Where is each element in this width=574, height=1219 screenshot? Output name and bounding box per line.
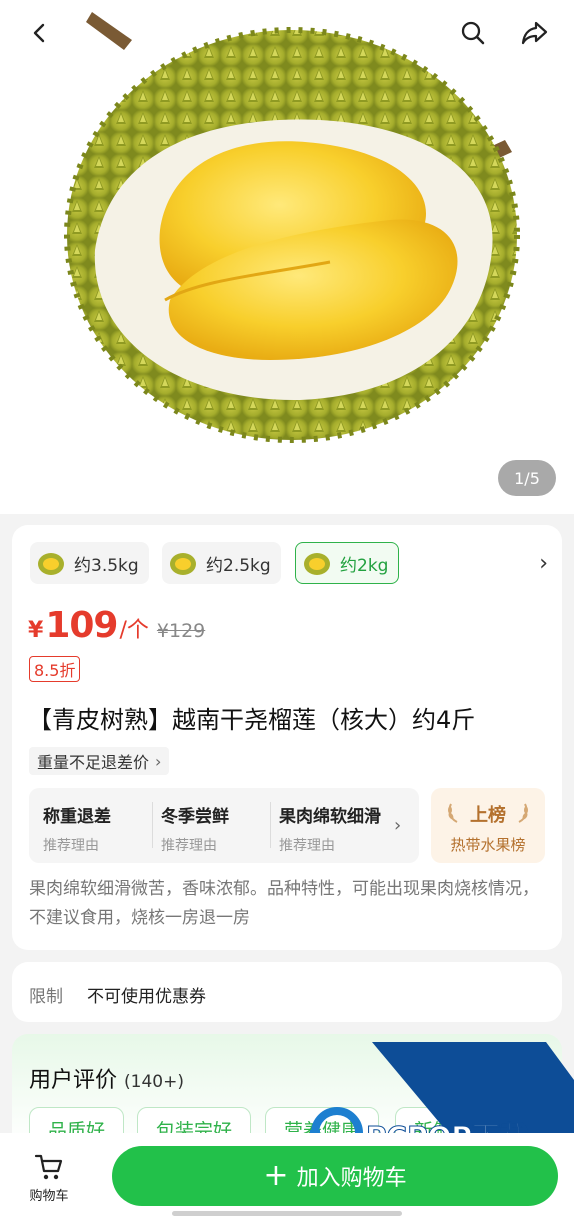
product-info-card: 约3.5kg 约2.5kg 约2kg › ¥ 109 /个 ¥129 8.5折 … <box>12 525 562 950</box>
spec-label: 约2.5kg <box>206 555 271 576</box>
durian-thumbnail-icon <box>304 553 330 575</box>
durian-thumbnail-icon <box>170 553 196 575</box>
reviews-title[interactable]: 用户评价 (140+) <box>29 1062 184 1094</box>
chevron-right-icon: › <box>155 751 162 771</box>
image-counter: 1/5 <box>498 460 556 496</box>
cart-label: 购物车 <box>29 1189 69 1204</box>
product-description: 果肉绵软细滑微苦，香味浓郁。品种特性，可能出现果肉烧核情况，不建议食用，烧核一房… <box>29 879 539 928</box>
back-button[interactable] <box>17 10 63 56</box>
spec-selector: 约3.5kg 约2.5kg 约2kg › <box>30 542 550 584</box>
share-icon <box>521 21 548 45</box>
refund-tag-label: 重量不足退差价 <box>37 753 150 772</box>
reviews-count: (140+) <box>124 1072 184 1092</box>
spec-label: 约2kg <box>340 555 389 576</box>
spec-option-2-5kg[interactable]: 约2.5kg <box>162 542 281 584</box>
discount-badge: 8.5折 <box>29 656 81 682</box>
product-title: 【青皮树熟】越南干尧榴莲（核大）约4斤 <box>28 706 476 734</box>
chevron-right-icon[interactable]: › <box>394 815 401 836</box>
rank-badge[interactable]: 上榜 热带水果榜 <box>431 788 545 863</box>
restriction-value: 不可使用优惠券 <box>87 987 206 1007</box>
spec-option-3-5kg[interactable]: 约3.5kg <box>30 542 149 584</box>
bottom-action-bar: 购物车 + 加入购物车 <box>0 1133 574 1219</box>
price-unit: /个 <box>119 618 149 643</box>
durian-product-image <box>64 12 520 443</box>
reason-item: 称重退差 推荐理由 <box>43 807 111 854</box>
home-indicator <box>172 1211 402 1216</box>
chevron-left-icon <box>33 23 45 43</box>
cart-button[interactable]: 购物车 <box>18 1149 80 1209</box>
durian-thumbnail-icon <box>38 553 64 575</box>
share-button[interactable] <box>511 10 557 56</box>
plus-icon: + <box>263 1158 289 1193</box>
currency-symbol: ¥ <box>28 618 44 643</box>
reason-item: 冬季尝鲜 推荐理由 <box>161 807 229 854</box>
restriction-label: 限制 <box>29 987 63 1007</box>
price-row: ¥ 109 /个 ¥129 <box>28 605 205 649</box>
refund-tag[interactable]: 重量不足退差价 › <box>29 747 170 775</box>
add-to-cart-button[interactable]: + 加入购物车 <box>112 1146 558 1206</box>
more-specs-chevron-icon[interactable]: › <box>539 551 548 576</box>
rank-subtitle: 热带水果榜 <box>450 836 526 854</box>
add-to-cart-label: 加入购物车 <box>296 1166 407 1191</box>
shopping-cart-icon <box>34 1154 63 1180</box>
restriction-card: 限制 不可使用优惠券 <box>12 962 562 1022</box>
laurel-right-icon <box>518 803 528 823</box>
price-value: 109 <box>45 605 118 646</box>
search-icon <box>461 21 485 45</box>
spec-option-2kg[interactable]: 约2kg <box>295 542 400 584</box>
recommend-reasons[interactable]: 称重退差 推荐理由 冬季尝鲜 推荐理由 果肉绵软细滑 推荐理由 <box>29 788 419 863</box>
divider <box>152 802 153 848</box>
reason-item: 果肉绵软细滑 推荐理由 <box>279 807 381 854</box>
original-price: ¥129 <box>156 620 206 642</box>
product-image-gallery[interactable]: 1/5 <box>0 0 574 514</box>
spec-label: 约3.5kg <box>74 555 139 576</box>
divider <box>270 802 271 848</box>
search-button[interactable] <box>450 10 496 56</box>
